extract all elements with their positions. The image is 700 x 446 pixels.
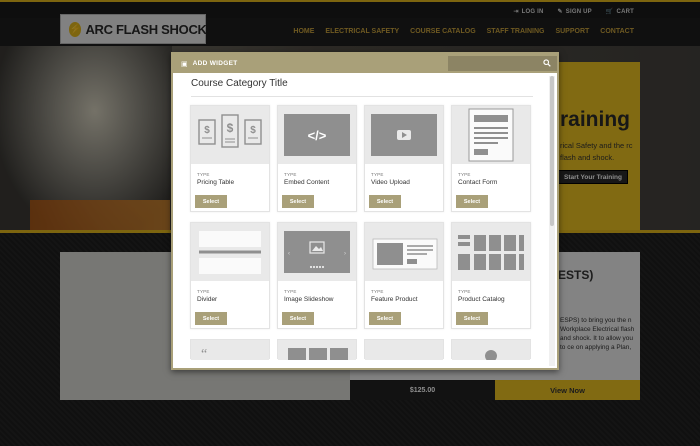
widget-card[interactable]: TYPE Divider Select bbox=[190, 222, 270, 329]
widget-type-label: TYPE bbox=[197, 289, 210, 294]
widget-card-partial[interactable]: “ bbox=[190, 339, 270, 362]
widget-card[interactable]: TYPE Contact Form Select bbox=[451, 105, 531, 212]
widget-name: Divider bbox=[197, 296, 218, 303]
select-product-catalog-button[interactable]: Select bbox=[456, 312, 488, 325]
svg-text:›: › bbox=[344, 251, 346, 257]
widget-card[interactable]: TYPE Video Upload Select bbox=[364, 105, 444, 212]
svg-text:$: $ bbox=[204, 125, 210, 136]
modal-scroll-thumb[interactable] bbox=[550, 76, 554, 226]
modal-title-wrap: ▣ ADD WIDGET bbox=[173, 60, 447, 68]
search-icon[interactable] bbox=[543, 58, 551, 69]
widget-icon: ▣ bbox=[181, 60, 188, 68]
catalog-grid-icon bbox=[452, 223, 530, 281]
widget-name: Embed Content bbox=[284, 179, 330, 186]
modal-header: ▣ ADD WIDGET bbox=[173, 54, 557, 73]
widget-type-label: TYPE bbox=[371, 289, 384, 294]
widget-card[interactable]: $ $ $ TYPE Pricing Table Select bbox=[190, 105, 270, 212]
widget-card-partial[interactable] bbox=[364, 339, 444, 360]
select-embed-content-button[interactable]: Select bbox=[282, 195, 314, 208]
add-widget-modal: ▣ ADD WIDGET Course Category Title $ $ $… bbox=[171, 52, 559, 370]
widget-name: Video Upload bbox=[371, 179, 410, 186]
slideshow-icon: ‹ › bbox=[278, 223, 356, 281]
widget-type-label: TYPE bbox=[371, 172, 384, 177]
svg-text:$: $ bbox=[250, 125, 256, 136]
widget-name: Image Slideshow bbox=[284, 296, 334, 303]
select-contact-form-button[interactable]: Select bbox=[456, 195, 488, 208]
widget-card[interactable]: </> TYPE Embed Content Select bbox=[277, 105, 357, 212]
modal-title: ADD WIDGET bbox=[192, 60, 238, 67]
widget-type-label: TYPE bbox=[284, 172, 297, 177]
widget-card[interactable]: ‹ › TYPE Image Slideshow Select bbox=[277, 222, 357, 329]
widget-card[interactable]: TYPE Feature Product Select bbox=[364, 222, 444, 329]
select-image-slideshow-button[interactable]: Select bbox=[282, 312, 314, 325]
search-input[interactable] bbox=[452, 58, 532, 69]
widget-card[interactable]: TYPE Product Catalog Select bbox=[451, 222, 531, 329]
widget-name: Pricing Table bbox=[197, 179, 235, 186]
form-icon bbox=[452, 106, 530, 164]
category-title: Course Category Title bbox=[191, 78, 288, 89]
widget-name: Feature Product bbox=[371, 296, 418, 303]
widget-name: Contact Form bbox=[458, 179, 498, 186]
feature-product-icon bbox=[365, 223, 443, 281]
svg-text:“: “ bbox=[201, 347, 207, 360]
widget-card-partial[interactable] bbox=[277, 339, 357, 360]
widget-name: Product Catalog bbox=[458, 296, 505, 303]
divider-icon bbox=[191, 223, 269, 281]
gallery-icon bbox=[278, 340, 356, 360]
widget-search[interactable] bbox=[448, 56, 557, 71]
quote-icon: “ bbox=[191, 340, 269, 362]
widget-type-label: TYPE bbox=[458, 289, 471, 294]
category-divider bbox=[191, 96, 533, 97]
widget-card-partial[interactable] bbox=[451, 339, 531, 362]
select-pricing-table-button[interactable]: Select bbox=[195, 195, 227, 208]
svg-text:‹: ‹ bbox=[288, 251, 290, 257]
video-icon bbox=[365, 106, 443, 164]
pricing-table-icon: $ $ $ bbox=[191, 106, 269, 164]
widget-type-label: TYPE bbox=[284, 289, 297, 294]
text-block-icon bbox=[365, 340, 443, 360]
profile-icon bbox=[452, 340, 530, 362]
select-divider-button[interactable]: Select bbox=[195, 312, 227, 325]
widget-type-label: TYPE bbox=[458, 172, 471, 177]
svg-text:</>: </> bbox=[308, 128, 327, 143]
modal-body: Course Category Title $ $ $ TYPE Pricing… bbox=[173, 73, 557, 368]
select-video-upload-button[interactable]: Select bbox=[369, 195, 401, 208]
widget-type-label: TYPE bbox=[197, 172, 210, 177]
select-feature-product-button[interactable]: Select bbox=[369, 312, 401, 325]
embed-code-icon: </> bbox=[278, 106, 356, 164]
svg-text:$: $ bbox=[227, 121, 234, 135]
